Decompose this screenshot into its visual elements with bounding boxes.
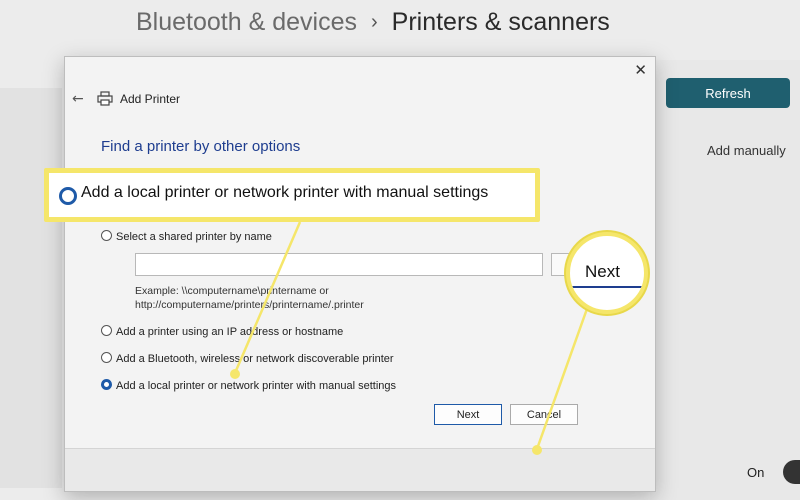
next-callout-dot: [532, 445, 542, 455]
callout-text: Add a local printer or network printer w…: [81, 184, 489, 201]
option-zoom-callout: Add a local printer or network printer w…: [44, 168, 540, 222]
option-callout-line: [233, 221, 302, 374]
next-callout-line: [535, 305, 590, 450]
zoom-button-border: [570, 286, 644, 288]
radio-selected-icon: [59, 187, 77, 205]
option-callout-dot: [230, 369, 240, 379]
zoom-next-text: Next: [585, 262, 620, 281]
next-zoom-callout: Next: [566, 232, 648, 314]
callout-lines: [230, 221, 590, 455]
